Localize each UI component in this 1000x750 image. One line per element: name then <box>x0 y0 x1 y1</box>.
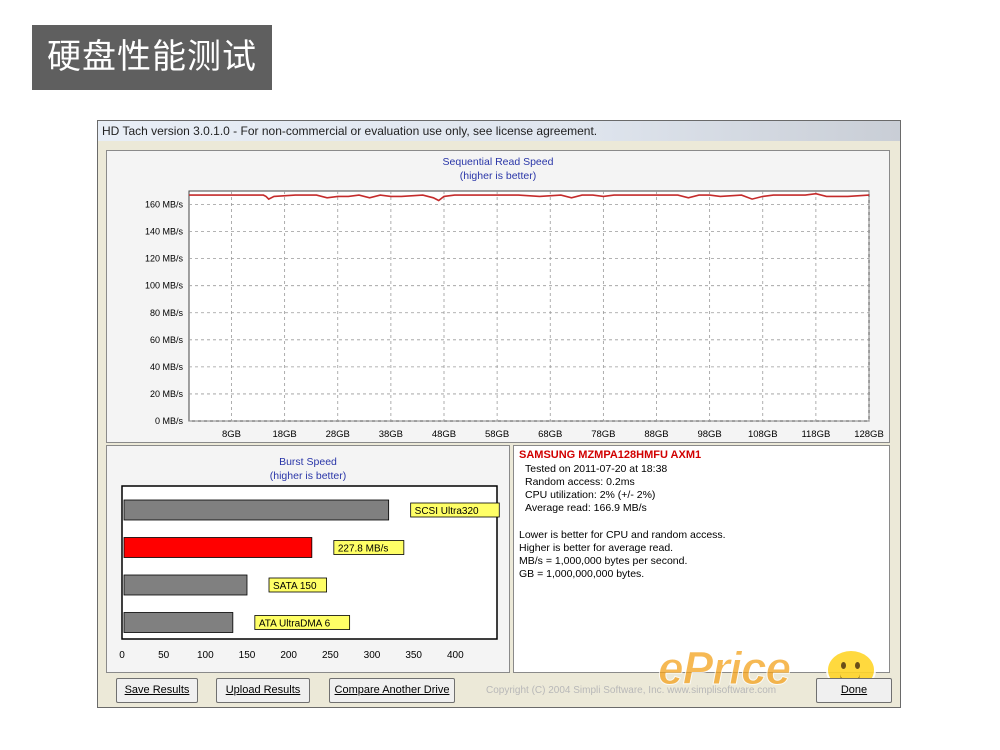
sequential-read-panel: Sequential Read Speed (higher is better)… <box>106 150 890 443</box>
compare-another-drive-button[interactable]: Compare Another Drive <box>329 678 455 703</box>
y-tick-label: 20 MB/s <box>150 389 184 399</box>
burst-bar-label: SATA 150 <box>273 581 317 592</box>
y-tick-label: 60 MB/s <box>150 335 184 345</box>
x-tick-label: 118GB <box>801 429 830 440</box>
burst-speed-chart: SCSI Ultra320 227.8 MB/s SATA 150 ATA Ultra… <box>119 485 500 661</box>
done-button[interactable]: Done <box>816 678 892 703</box>
x-tick-label: 38GB <box>379 429 403 440</box>
x-tick-label: 8GB <box>222 429 241 440</box>
note-lower-better: Lower is better for CPU and random acces… <box>519 529 726 541</box>
burst-speed-panel: Burst Speed (higher is better) SCSI Ultr… <box>106 445 510 673</box>
burst-x-tick-label: 150 <box>239 650 256 661</box>
tested-on-text: Tested on 2011-07-20 at 18:38 <box>525 463 668 475</box>
sequential-read-chart: 0 MB/s 20 MB/s 40 MB/s 60 MB/s 80 MB/s 100 MB… <box>145 190 884 440</box>
burst-x-tick-label: 400 <box>447 650 464 661</box>
burst-bar-label: 227.8 MB/s <box>338 544 389 555</box>
hdtach-window: HD Tach version 3.0.1.0 - For non-commer… <box>97 120 901 708</box>
save-results-button[interactable]: Save Results <box>116 678 198 703</box>
x-tick-label: 78GB <box>591 429 615 440</box>
x-tick-label: 98GB <box>697 429 721 440</box>
results-info-panel: SAMSUNG MZMPA128HMFU AXM1 Tested on 2011… <box>513 445 890 673</box>
x-tick-label: 58GB <box>485 429 509 440</box>
note-gb-definition: GB = 1,000,000,000 bytes. <box>519 568 645 580</box>
smiley-eye-icon <box>841 662 846 669</box>
x-tick-label: 108GB <box>748 429 778 440</box>
burst-x-tick-label: 200 <box>280 650 297 661</box>
note-mb-definition: MB/s = 1,000,000 bytes per second. <box>519 555 688 567</box>
y-tick-label: 120 MB/s <box>145 254 184 264</box>
random-access-text: Random access: 0.2ms <box>525 476 635 488</box>
slide-title: 硬盘性能测试 <box>32 25 272 90</box>
x-tick-label: 28GB <box>326 429 350 440</box>
burst-bar-label: SCSI Ultra320 <box>415 506 479 517</box>
y-tick-label: 80 MB/s <box>150 308 184 318</box>
y-tick-label: 40 MB/s <box>150 362 184 372</box>
burst-x-tick-label: 300 <box>364 650 381 661</box>
burst-bar-label: ATA UltraDMA 6 <box>259 619 331 630</box>
burst-x-tick-label: 100 <box>197 650 214 661</box>
burst-bar <box>123 612 234 633</box>
average-read-text: Average read: 166.9 MB/s <box>525 502 647 514</box>
y-tick-label: 160 MB/s <box>145 200 184 210</box>
x-tick-label: 128GB <box>854 429 884 440</box>
upload-results-button[interactable]: Upload Results <box>216 678 310 703</box>
burst-bar <box>123 574 248 596</box>
plot-area <box>188 190 870 422</box>
x-tick-label: 88GB <box>644 429 668 440</box>
burst-x-tick-label: 350 <box>405 650 422 661</box>
y-tick-label: 140 MB/s <box>145 227 184 237</box>
burst-bar <box>123 499 390 521</box>
burst-bar <box>123 537 313 558</box>
x-tick-label: 18GB <box>272 429 296 440</box>
burst-x-tick-label: 50 <box>158 650 170 661</box>
burst-x-tick-label: 0 <box>119 650 125 661</box>
note-higher-better: Higher is better for average read. <box>519 542 674 554</box>
burst-x-tick-label: 250 <box>322 650 339 661</box>
drive-name: SAMSUNG MZMPA128HMFU AXM1 <box>519 449 702 461</box>
window-titlebar[interactable]: HD Tach version 3.0.1.0 - For non-commer… <box>98 121 900 141</box>
smiley-eye-icon <box>855 662 860 669</box>
x-tick-label: 48GB <box>432 429 456 440</box>
cpu-utilization-text: CPU utilization: 2% (+/- 2%) <box>525 489 656 501</box>
x-tick-label: 68GB <box>538 429 562 440</box>
y-tick-label: 100 MB/s <box>145 281 184 291</box>
eprice-watermark: ePrice <box>657 642 791 695</box>
y-tick-label: 0 MB/s <box>155 416 184 426</box>
